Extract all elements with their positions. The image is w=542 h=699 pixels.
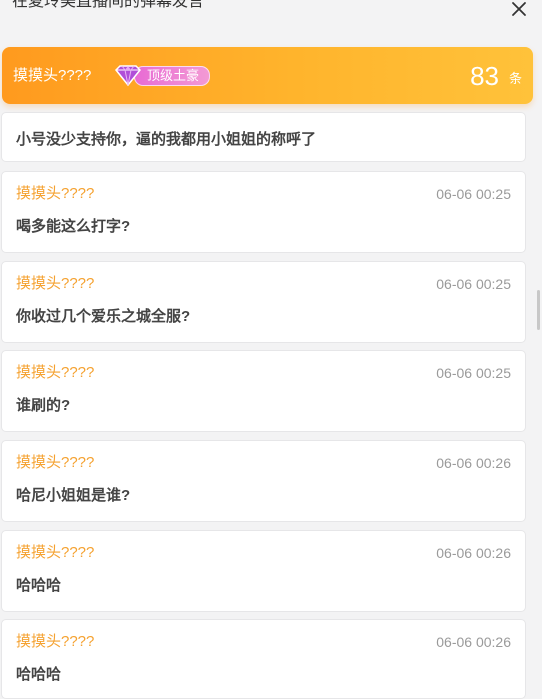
message-count-unit: 条 bbox=[508, 71, 522, 86]
purple-gem-icon bbox=[114, 65, 142, 87]
message-author[interactable]: 摸摸头???? bbox=[16, 632, 94, 652]
message-text: 哈哈哈 bbox=[16, 666, 62, 683]
message-text: 你收过几个爱乐之城全服? bbox=[16, 308, 191, 325]
panel-title: 在夏玲美直播间的弹幕发言 bbox=[12, 0, 205, 10]
message-time: 06-06 00:25 bbox=[436, 276, 511, 292]
message-time: 06-06 00:26 bbox=[436, 545, 511, 561]
message-author[interactable]: 摸摸头???? bbox=[16, 453, 94, 473]
message-author[interactable]: 摸摸头???? bbox=[16, 184, 94, 204]
list-item: 摸摸头???? 06-06 00:26 哈哈哈 bbox=[1, 530, 526, 612]
list-item: 摸摸头???? 06-06 00:25 谁刷的? bbox=[1, 350, 526, 432]
list-item: 小号没少支持你，逼的我都用小姐姐的称呼了 bbox=[1, 112, 526, 162]
message-text: 小号没少支持你，逼的我都用小姐姐的称呼了 bbox=[16, 131, 317, 148]
rank-badge: 顶级土豪 bbox=[114, 63, 222, 87]
message-text: 谁刷的? bbox=[16, 397, 71, 414]
danmaku-history-panel: 在夏玲美直播间的弹幕发言 摸摸头???? 顶级土豪 83 条 小号没少支持你，逼… bbox=[0, 0, 542, 699]
message-author[interactable]: 摸摸头???? bbox=[16, 274, 94, 294]
message-count: 83 bbox=[470, 61, 499, 91]
message-time: 06-06 00:25 bbox=[436, 186, 511, 202]
list-item: 摸摸头???? 06-06 00:26 哈尼小姐姐是谁? bbox=[1, 440, 526, 522]
message-text: 哈哈哈 bbox=[16, 577, 62, 594]
close-icon[interactable] bbox=[510, 0, 528, 18]
message-text: 哈尼小姐姐是谁? bbox=[16, 487, 131, 504]
list-item: 摸摸头???? 06-06 00:25 喝多能这么打字? bbox=[1, 171, 526, 253]
message-author[interactable]: 摸摸头???? bbox=[16, 543, 94, 563]
list-item: 摸摸头???? 06-06 00:25 你收过几个爱乐之城全服? bbox=[1, 261, 526, 343]
scrollbar[interactable] bbox=[537, 290, 540, 330]
message-time: 06-06 00:25 bbox=[436, 365, 511, 381]
list-item: 摸摸头???? 06-06 00:26 哈哈哈 bbox=[1, 619, 526, 699]
rank-badge-label: 顶级土豪 bbox=[134, 66, 211, 86]
message-time: 06-06 00:26 bbox=[436, 455, 511, 471]
user-summary-banner: 摸摸头???? 顶级土豪 83 条 bbox=[2, 47, 533, 104]
message-time: 06-06 00:26 bbox=[436, 634, 511, 650]
panel-header: 在夏玲美直播间的弹幕发言 bbox=[0, 0, 542, 34]
message-text: 喝多能这么打字? bbox=[16, 218, 131, 235]
message-author[interactable]: 摸摸头???? bbox=[16, 363, 94, 383]
banner-username: 摸摸头???? bbox=[13, 67, 92, 84]
